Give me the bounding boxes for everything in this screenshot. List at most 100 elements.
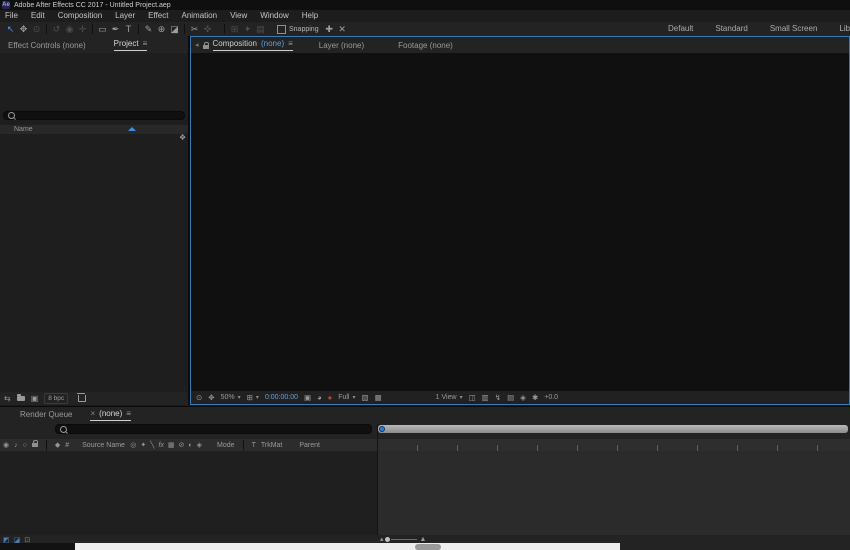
composition-viewer[interactable] [191, 53, 849, 391]
menu-help[interactable]: Help [302, 12, 318, 20]
selection-tool-icon[interactable]: ↖ [4, 23, 17, 35]
column-source-name[interactable]: Source Name [82, 442, 125, 449]
new-composition-icon[interactable]: ▣ [31, 394, 39, 403]
panel-menu-icon[interactable]: ≡ [143, 40, 148, 48]
column-mode[interactable]: Mode [217, 442, 235, 449]
fx-icon[interactable]: fx [158, 442, 163, 449]
tab-timeline-none[interactable]: × (none) ≡ [90, 409, 131, 421]
fast-previews-icon[interactable]: ↯ [495, 394, 501, 402]
workspace-standard[interactable]: Standard [715, 25, 747, 33]
red-channel-icon[interactable]: ● [328, 394, 333, 402]
reset-exposure-icon[interactable]: ✱ [532, 394, 538, 402]
rotation-tool-icon[interactable]: ↺ [50, 23, 63, 35]
magnify-icon[interactable]: ⊙ [196, 394, 202, 402]
shy-icon[interactable]: ◎ [130, 441, 136, 449]
comp-flowchart-icon[interactable]: ◈ [520, 394, 526, 402]
lock-icon[interactable] [31, 440, 38, 447]
timeline-track-area[interactable] [378, 451, 850, 535]
column-parent[interactable]: Parent [299, 442, 320, 449]
camera-tool-icon[interactable]: ◉ [63, 23, 76, 35]
flowchart-icon[interactable]: ❖ [179, 134, 186, 142]
timeline-search-input[interactable] [70, 424, 367, 434]
tab-project[interactable]: Project ≡ [113, 40, 148, 51]
hand-icon[interactable]: ✥ [208, 394, 214, 402]
motion-blur-icon[interactable]: ⊘ [179, 441, 185, 449]
snapshot-icon[interactable]: ▣ [304, 394, 311, 402]
frame-blend-icon[interactable]: ▦ [168, 441, 175, 449]
snap-beyond-edges-icon[interactable]: ✚ [323, 23, 336, 35]
column-t[interactable]: T [252, 442, 256, 449]
menu-layer[interactable]: Layer [115, 12, 135, 20]
workspace-small-screen[interactable]: Small Screen [770, 25, 818, 33]
project-name-column-header[interactable]: Name [0, 125, 188, 134]
menu-animation[interactable]: Animation [181, 12, 217, 20]
tab-layer[interactable]: Layer (none) [319, 41, 364, 50]
transparency-grid-icon[interactable]: ▦ [375, 394, 382, 402]
eraser-tool-icon[interactable]: ◪ [168, 23, 181, 35]
extra-tool-icon[interactable]: ⊞ [228, 23, 241, 35]
sort-arrow-icon[interactable] [128, 127, 136, 131]
column-index[interactable]: # [65, 442, 69, 449]
layer-list-area[interactable] [0, 451, 378, 535]
delete-icon[interactable] [77, 393, 87, 402]
workspace-default[interactable]: Default [668, 25, 693, 33]
zoom-slider-track[interactable] [390, 539, 417, 540]
scrollbar-thumb[interactable] [415, 544, 441, 550]
panel-menu-icon[interactable]: ≡ [126, 409, 131, 418]
show-channel-icon[interactable]: ◕ [317, 394, 322, 402]
magnification-ratio[interactable]: 50% [221, 394, 235, 401]
3d-layer-icon[interactable]: ◈ [197, 441, 202, 449]
horizontal-scrollbar[interactable] [75, 543, 620, 550]
zoom-in-icon[interactable]: ▲ [420, 536, 427, 543]
pixel-aspect-icon[interactable]: ▥ [482, 394, 489, 402]
roto-brush-tool-icon[interactable]: ✂ [188, 23, 201, 35]
time-navigator-start-handle[interactable] [379, 426, 385, 432]
label-icon[interactable]: ◆ [55, 441, 60, 449]
snap-internal-features-icon[interactable]: ✕ [336, 23, 349, 35]
close-icon[interactable]: × [90, 409, 95, 418]
timeline-divider[interactable] [377, 424, 378, 542]
snapping-checkbox[interactable] [277, 24, 286, 34]
pan-behind-tool-icon[interactable]: ✛ [76, 23, 89, 35]
workspace-libraries[interactable]: Libraries [839, 25, 850, 33]
project-search-input[interactable] [18, 111, 180, 120]
interpret-footage-icon[interactable]: ⇆ [4, 394, 11, 403]
solo-icon[interactable]: ○ [23, 442, 27, 449]
menu-file[interactable]: File [5, 12, 18, 20]
new-folder-icon[interactable] [16, 394, 25, 401]
hand-tool-icon[interactable]: ✥ [17, 23, 30, 35]
video-eye-icon[interactable]: ◉ [3, 441, 9, 449]
panel-menu-icon[interactable]: ≡ [288, 40, 293, 48]
zoom-tool-icon[interactable]: ⊙ [30, 23, 43, 35]
menu-edit[interactable]: Edit [31, 12, 45, 20]
type-tool-icon[interactable]: T [122, 23, 135, 35]
column-trkmat[interactable]: TrkMat [261, 442, 283, 449]
time-navigator-bar[interactable] [378, 425, 848, 433]
region-of-interest-icon[interactable]: ▧ [361, 394, 368, 402]
lock-icon[interactable] [202, 42, 209, 49]
current-time[interactable]: 0:00:00:00 [265, 394, 298, 401]
audio-icon[interactable]: ♪ [14, 442, 18, 449]
exposure-value[interactable]: +0.0 [544, 394, 558, 401]
view-options-icon[interactable]: ◫ [469, 394, 476, 402]
zoom-slider-handle[interactable] [384, 537, 390, 542]
menu-effect[interactable]: Effect [148, 12, 168, 20]
adjustment-layer-icon[interactable]: ◐ [188, 442, 192, 449]
tab-effect-controls[interactable]: Effect Controls (none) [8, 41, 86, 50]
grid-guides-icon[interactable]: ⊞ [247, 394, 253, 402]
project-search-box[interactable] [3, 111, 185, 120]
menu-composition[interactable]: Composition [58, 12, 102, 20]
tab-composition[interactable]: Composition (none) ≡ [212, 40, 293, 51]
extra-tool-icon[interactable]: ✦ [241, 23, 254, 35]
project-bit-depth[interactable]: 8 bpc [44, 393, 69, 404]
view-layout-select[interactable]: 1 View [436, 394, 457, 401]
extra-tool-icon[interactable]: ▤ [254, 23, 267, 35]
timeline-search-box[interactable] [55, 424, 372, 434]
resolution-select[interactable]: Full [338, 394, 349, 401]
tab-render-queue[interactable]: Render Queue [20, 411, 72, 419]
menu-view[interactable]: View [230, 12, 247, 20]
timeline-button-icon[interactable]: ▤ [507, 394, 514, 402]
brush-tool-icon[interactable]: ✎ [142, 23, 155, 35]
shape-tool-icon[interactable]: ▭ [96, 23, 109, 35]
tab-overflow-icon[interactable]: ◂ [195, 42, 199, 49]
